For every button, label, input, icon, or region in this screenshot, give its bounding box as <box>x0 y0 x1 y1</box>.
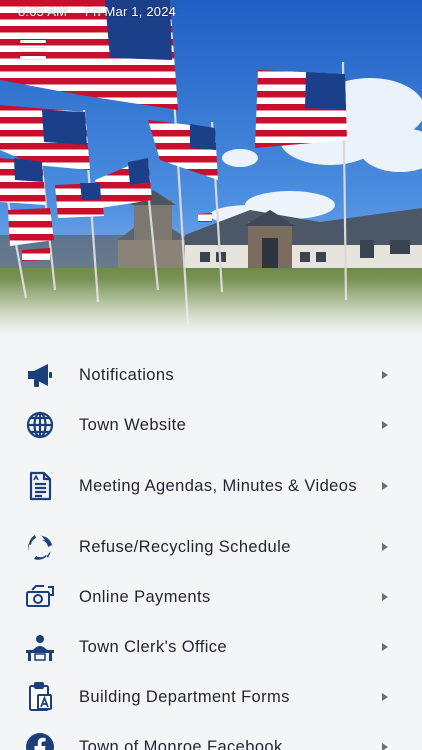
menu-item-label: Online Payments <box>79 588 211 606</box>
status-date: Fri Mar 1, 2024 <box>84 4 177 19</box>
menu-list: Notifications Town Website Meeting Agend… <box>0 338 422 750</box>
menu-item-label: Meeting Agendas, Minutes & Videos <box>79 477 357 495</box>
chevron-right-icon <box>382 482 388 490</box>
menu-item-town-clerk[interactable]: Town Clerk's Office <box>0 622 422 672</box>
chevron-right-icon <box>382 743 388 750</box>
chevron-right-icon <box>382 421 388 429</box>
menu-item-facebook[interactable]: Town of Monroe Facebook <box>0 722 422 750</box>
chevron-right-icon <box>382 371 388 379</box>
clerk-desk-icon <box>24 631 56 663</box>
payment-icon <box>24 581 56 613</box>
hero-image: 8:05 AM Fri Mar 1, 2024 <box>0 0 422 338</box>
hamburger-icon <box>20 40 46 43</box>
menu-item-label: Notifications <box>79 366 175 384</box>
town-hall-flags-photo <box>0 0 422 338</box>
clipboard-icon <box>24 681 56 713</box>
menu-item-label: Town Website <box>79 416 187 434</box>
menu-item-label: Refuse/Recycling Schedule <box>79 538 291 556</box>
status-time: 8:05 AM <box>18 4 68 19</box>
status-bar: 8:05 AM Fri Mar 1, 2024 <box>18 4 190 19</box>
globe-icon <box>24 409 56 441</box>
chevron-right-icon <box>382 693 388 701</box>
recycle-icon <box>24 531 56 563</box>
hamburger-menu-button[interactable] <box>20 40 46 60</box>
menu-item-online-payments[interactable]: Online Payments <box>0 572 422 622</box>
menu-item-meeting-agendas[interactable]: Meeting Agendas, Minutes & Videos <box>0 450 422 522</box>
document-icon <box>24 470 56 502</box>
menu-item-notifications[interactable]: Notifications <box>0 350 422 400</box>
menu-item-refuse-recycling[interactable]: Refuse/Recycling Schedule <box>0 522 422 572</box>
menu-item-label: Town Clerk's Office <box>79 638 227 656</box>
menu-item-town-website[interactable]: Town Website <box>0 400 422 450</box>
menu-item-label: Building Department Forms <box>79 688 290 706</box>
chevron-right-icon <box>382 643 388 651</box>
menu-item-label: Town of Monroe Facebook <box>79 738 283 750</box>
menu-item-building-forms[interactable]: Building Department Forms <box>0 672 422 722</box>
megaphone-icon <box>24 359 56 391</box>
chevron-right-icon <box>382 593 388 601</box>
facebook-icon <box>24 731 56 750</box>
chevron-right-icon <box>382 543 388 551</box>
